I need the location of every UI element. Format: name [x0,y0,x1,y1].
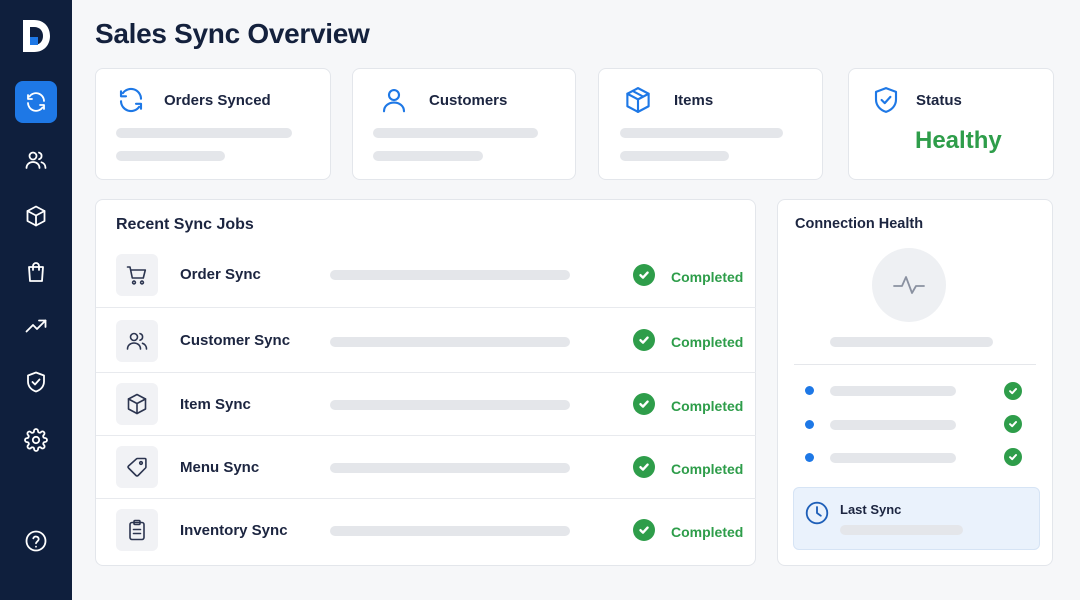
nav-item-settings[interactable] [15,419,57,461]
skeleton-line [830,386,956,396]
check-icon [1004,415,1022,433]
job-name: Item Sync [180,396,251,413]
job-name: Inventory Sync [180,522,288,539]
skeleton-line [620,128,783,138]
table-row[interactable]: Inventory Sync Completed [96,499,756,565]
nav-item-security[interactable] [15,361,57,403]
job-name: Menu Sync [180,459,260,476]
shield-check-icon [27,371,45,393]
connection-health-panel: Connection Health Last Sync [777,199,1053,566]
panel-title: Connection Health [795,216,924,232]
stat-label: Items [674,92,714,109]
box-icon [26,205,46,227]
status-dot [805,453,814,462]
recent-sync-jobs-panel: Recent Sync Jobs Order Sync Completed Cu… [95,199,756,566]
check-icon [633,264,655,286]
skeleton-line [330,463,570,473]
job-name: Customer Sync [180,332,291,349]
divider [794,364,1036,365]
panel-title: Recent Sync Jobs [116,216,254,233]
status-badge: Completed [671,524,744,540]
shopping-bag-icon [28,262,44,282]
clock-icon [804,500,830,526]
nav-item-orders[interactable] [15,251,57,293]
skeleton-line [373,151,483,161]
box-icon [623,85,653,115]
status-badge: Completed [671,398,744,414]
check-icon [1004,448,1022,466]
stat-card-customers[interactable]: Customers [352,68,576,180]
nav-item-items[interactable] [15,195,57,237]
table-row[interactable]: Item Sync Completed [96,373,756,436]
sync-icon [116,85,146,115]
last-sync-box: Last Sync [793,487,1040,550]
skeleton-line [830,420,956,430]
logo-d-icon[interactable] [20,18,52,54]
status-dot [805,420,814,429]
skeleton-line [330,526,570,536]
table-row[interactable]: Customer Sync Completed [96,308,756,373]
skeleton-line [830,453,956,463]
clipboard-icon [116,509,158,551]
gear-icon [24,428,48,452]
trending-up-icon [25,319,47,333]
status-dot [805,386,814,395]
skeleton-line [330,337,570,347]
skeleton-line [620,151,729,161]
user-icon [379,85,409,115]
status-badge: Completed [671,461,744,477]
skeleton-line [116,128,292,138]
skeleton-line [830,337,993,347]
job-name: Order Sync [180,266,261,283]
table-row[interactable]: Menu Sync Completed [96,436,756,499]
box-icon [116,383,158,425]
skeleton-line [330,270,570,280]
last-sync-label: Last Sync [840,502,902,517]
check-icon [633,329,655,351]
stat-label: Customers [429,92,508,109]
shield-check-icon [871,85,901,115]
skeleton-line [330,400,570,410]
status-badge: Completed [671,269,744,285]
skeleton-line [116,151,225,161]
skeleton-line [373,128,538,138]
status-value: Healthy [915,127,1002,154]
stat-label: Orders Synced [164,92,271,109]
sidebar [0,0,72,600]
check-icon [633,519,655,541]
check-icon [633,393,655,415]
sync-icon [27,92,45,112]
table-row[interactable]: Order Sync Completed [96,245,756,308]
stat-card-orders-synced[interactable]: Orders Synced [95,68,331,180]
check-icon [1004,382,1022,400]
nav-item-help[interactable] [15,520,57,562]
help-icon [25,530,47,552]
nav-item-sync[interactable] [15,81,57,123]
nav-item-users[interactable] [15,139,57,181]
status-badge: Completed [671,334,744,350]
page-title: Sales Sync Overview [95,18,370,49]
cart-icon [116,254,158,296]
activity-icon [872,248,946,322]
stat-card-items[interactable]: Items [598,68,823,180]
stat-label: Status [916,92,962,109]
users-icon [25,151,47,169]
users-icon [116,320,158,362]
tag-icon [116,446,158,488]
skeleton-line [840,525,963,535]
stat-card-status[interactable]: Status Healthy [848,68,1054,180]
check-icon [633,456,655,478]
nav-item-analytics[interactable] [15,305,57,347]
